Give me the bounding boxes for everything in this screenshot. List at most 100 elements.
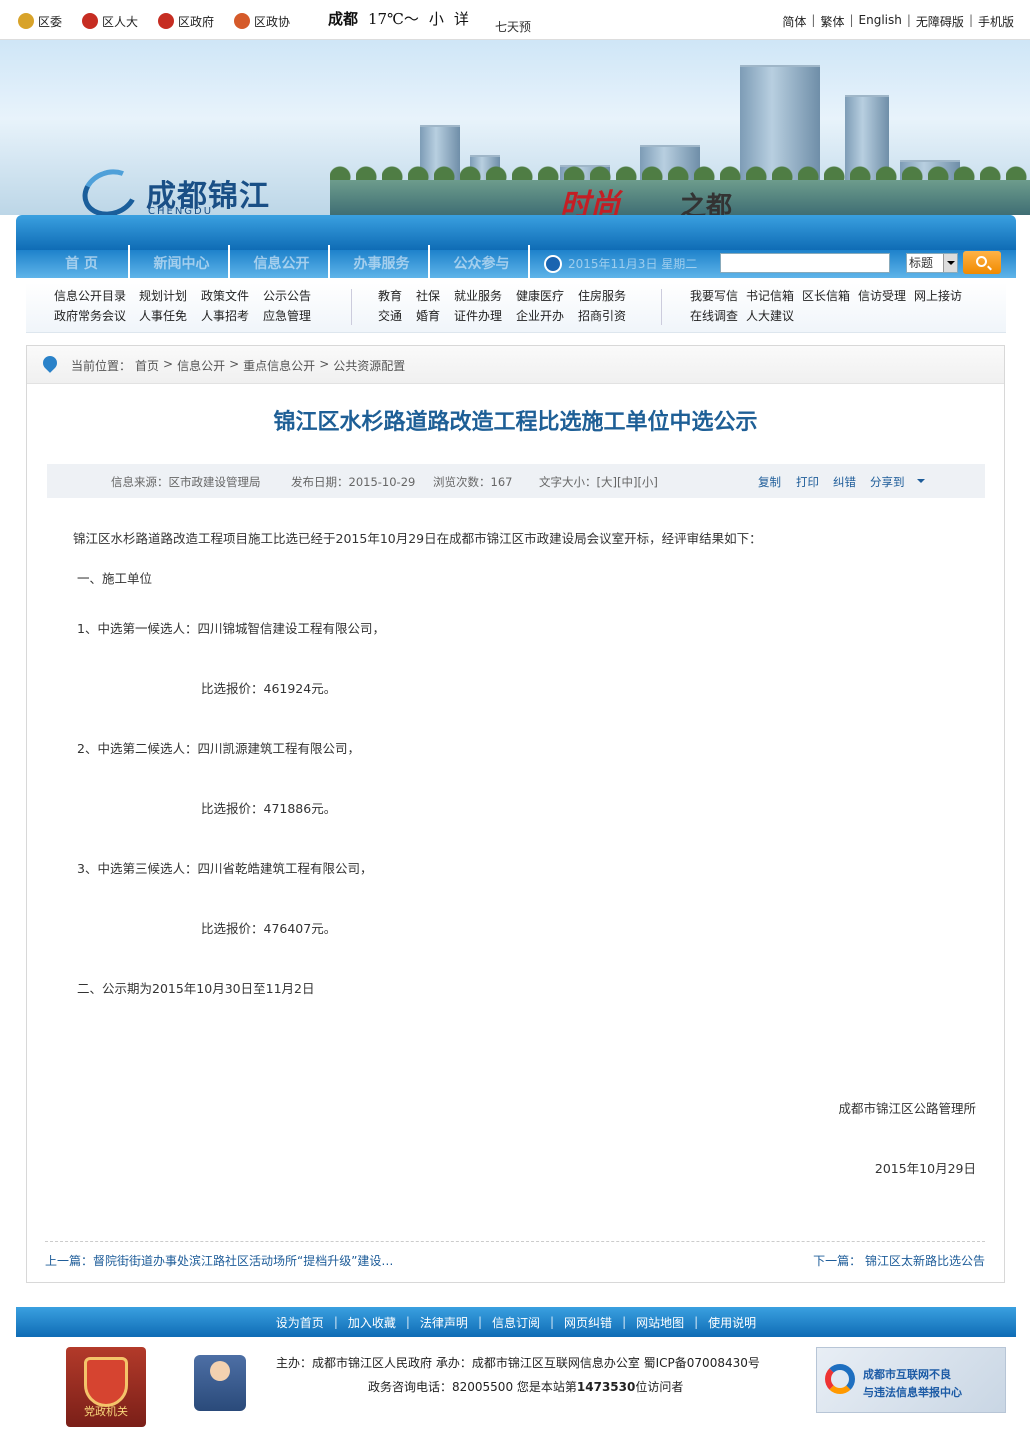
quick-link[interactable]: 招商引资 — [578, 308, 636, 324]
footer-info: 主办：成都市锦江区人民政府 承办：成都市锦江区互联网信息办公室 蜀ICP备070… — [276, 1351, 760, 1399]
quick-link[interactable]: 书记信箱 — [746, 288, 802, 304]
nav-blue-band — [16, 215, 1016, 250]
article-paragraph: 比选报价：471886元。 — [201, 801, 337, 816]
article-paragraph: 比选报价：461924元。 — [201, 681, 337, 696]
current-date: 2015年11月3日 星期二 — [568, 257, 698, 271]
search-icon — [976, 256, 987, 267]
visitor-count: 1473530 — [576, 1380, 636, 1394]
chevron-down-icon — [943, 254, 957, 272]
report-center-banner[interactable]: 成都市互联网不良 与违法信息举报中心 — [816, 1347, 1006, 1413]
article-paragraph: 3、中选第三候选人：四川省乾皓建筑工程有限公司， — [77, 861, 373, 876]
quick-link[interactable]: 健康医疗 — [516, 288, 578, 304]
quick-link[interactable]: 我要写信 — [690, 288, 746, 304]
party-government-seal[interactable]: 党政机关 — [66, 1347, 146, 1427]
quick-link[interactable]: 婚育 — [416, 308, 454, 324]
shield-icon — [84, 1357, 128, 1407]
nav-participation[interactable]: 公众参与 — [434, 253, 529, 275]
weather-widget: 成都 17℃～ 小 详 — [328, 8, 469, 29]
quick-link[interactable]: 应急管理 — [263, 308, 323, 324]
search-button[interactable] — [963, 251, 1001, 274]
party-link-congress[interactable]: 区人大 — [82, 12, 138, 30]
breadcrumb-item-home[interactable]: 首页 — [135, 357, 159, 374]
quick-link[interactable]: 政策文件 — [201, 288, 263, 304]
article-signature-date: 2015年10月29日 — [874, 1161, 976, 1176]
footer-link[interactable]: 法律声明 — [420, 1314, 468, 1331]
quick-link[interactable]: 人事招考 — [201, 308, 263, 324]
breadcrumb-item-current[interactable]: 公共资源配置 — [333, 357, 405, 374]
search-input[interactable] — [720, 253, 890, 273]
quick-link[interactable]: 交通 — [378, 308, 416, 324]
footer-link[interactable]: 信息订阅 — [492, 1314, 540, 1331]
footer-link[interactable]: 网站地图 — [636, 1314, 684, 1331]
national-emblem-icon — [82, 13, 98, 29]
breadcrumb-item[interactable]: 重点信息公开 — [243, 357, 315, 374]
cyber-police-badge[interactable] — [194, 1355, 246, 1411]
quick-link[interactable]: 信访受理 — [858, 288, 914, 304]
lang-english[interactable]: English — [859, 13, 902, 30]
quick-link[interactable]: 社保 — [416, 288, 454, 304]
lang-mobile[interactable]: 手机版 — [978, 13, 1014, 30]
nav-divider — [228, 245, 230, 281]
quick-link[interactable]: 住房服务 — [578, 288, 636, 304]
prev-article-link[interactable]: 上一篇：督院街街道办事处滨江路社区活动场所“提档升级”建设… — [45, 1254, 393, 1268]
article-date: 发布日期：2015-10-29 — [291, 475, 416, 489]
report-error-button[interactable]: 纠错 — [833, 474, 856, 490]
lang-accessible[interactable]: 无障碍版 — [916, 13, 964, 30]
footer-line-1: 主办：成都市锦江区人民政府 承办：成都市锦江区互联网信息办公室 蜀ICP备070… — [276, 1356, 760, 1370]
breadcrumb-label: 当前位置： — [71, 359, 132, 373]
nav-info-open[interactable]: 信息公开 — [234, 253, 329, 275]
party-link-label: 区委 — [38, 14, 63, 29]
party-link-label: 区政府 — [178, 14, 215, 29]
quick-link[interactable]: 企业开办 — [516, 308, 578, 324]
footer-line-2-prefix: 政务咨询电话：82005500 您是本站第 — [368, 1380, 577, 1394]
party-link-committee[interactable]: 区委 — [18, 12, 62, 30]
share-button[interactable]: 分享到 — [870, 474, 905, 490]
party-link-label: 区人大 — [102, 14, 139, 29]
nav-news[interactable]: 新闻中心 — [134, 253, 229, 275]
quick-link[interactable]: 教育 — [378, 288, 416, 304]
cppcc-emblem-icon — [234, 13, 250, 29]
quick-link[interactable]: 在线调查 — [690, 308, 746, 324]
copy-button[interactable]: 复制 — [758, 474, 781, 490]
footer: 党政机关 主办：成都市锦江区人民政府 承办：成都市锦江区互联网信息办公室 蜀IC… — [16, 1337, 1016, 1430]
nav-home[interactable]: 首 页 — [34, 253, 129, 275]
print-button[interactable]: 打印 — [796, 474, 819, 490]
quick-link[interactable]: 规划计划 — [139, 288, 201, 304]
party-link-cppcc[interactable]: 区政协 — [234, 12, 290, 30]
quick-divider — [351, 289, 352, 325]
site-logo[interactable]: 成都锦江 CHENGDU JINJIANG — [75, 161, 270, 215]
weather-detail-link[interactable]: 详 — [454, 8, 469, 29]
report-line-1: 成都市互联网不良 — [863, 1368, 951, 1381]
search-scope-value: 标题 — [909, 256, 934, 270]
font-size-control[interactable]: 文字大小：[大][中][小] — [539, 474, 658, 490]
quick-link[interactable]: 就业服务 — [454, 288, 516, 304]
top-bar: 区委 区人大 区政府 区政协 成都 17℃～ 小 详 七天预报 简体| 繁体| … — [0, 0, 1030, 64]
footer-link[interactable]: 使用说明 — [708, 1314, 756, 1331]
quick-link[interactable]: 人事任免 — [139, 308, 201, 324]
weather-temp: 17℃～ — [368, 10, 419, 28]
article-views: 浏览次数：167 — [433, 475, 513, 489]
quick-link[interactable]: 信息公开目录 — [54, 288, 139, 304]
quick-link[interactable]: 人大建议 — [746, 308, 802, 324]
lang-simplified[interactable]: 简体 — [782, 13, 806, 30]
search-scope-select[interactable]: 标题 — [906, 253, 958, 273]
footer-link[interactable]: 设为首页 — [276, 1314, 324, 1331]
footer-link[interactable]: 网页纠错 — [564, 1314, 612, 1331]
breadcrumb: 当前位置： 首页 > 信息公开 > 重点信息公开 > 公共资源配置 — [27, 346, 1004, 384]
footer-link[interactable]: 加入收藏 — [348, 1314, 396, 1331]
breadcrumb-item[interactable]: 信息公开 — [177, 357, 225, 374]
quick-link[interactable]: 网上接访 — [914, 288, 974, 304]
quick-link[interactable]: 公示公告 — [263, 288, 323, 304]
nav-services[interactable]: 办事服务 — [334, 253, 429, 275]
next-article-link[interactable]: 下一篇： 锦江区太新路比选公告 — [813, 1252, 985, 1269]
breadcrumb-separator: > — [163, 357, 174, 371]
quick-link[interactable]: 区长信箱 — [802, 288, 858, 304]
quick-link[interactable]: 政府常务会议 — [54, 308, 139, 324]
article-paragraph: 锦江区水杉路道路改造工程项目施工比选已经于2015年10月29日在成都市锦江区市… — [73, 531, 762, 546]
lang-traditional[interactable]: 繁体 — [820, 13, 844, 30]
article-paragraph: 比选报价：476407元。 — [201, 921, 337, 936]
party-link-government[interactable]: 区政府 — [158, 12, 214, 30]
quick-link[interactable]: 证件办理 — [454, 308, 516, 324]
article-panel: 当前位置： 首页 > 信息公开 > 重点信息公开 > 公共资源配置 锦江区水杉路… — [26, 345, 1005, 1283]
quick-links-bar: 信息公开目录 规划计划 政策文件 公示公告 政府常务会议 人事任免 人事招考 应… — [26, 283, 1006, 333]
